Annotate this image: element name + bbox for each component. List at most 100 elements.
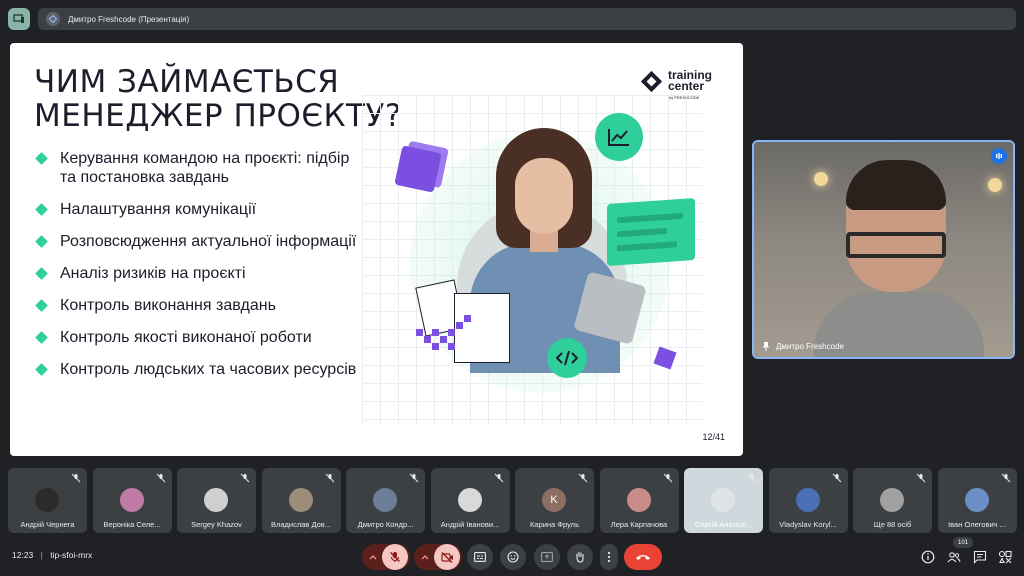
participant-name: Sergey Khazov (191, 520, 242, 529)
avatar (711, 488, 735, 512)
participant-name: Андрій Іванови... (440, 520, 500, 529)
participant-name: Лера Карпачова (610, 520, 668, 529)
mic-off-icon (663, 473, 672, 483)
chart-icon (595, 113, 643, 161)
pin-icon[interactable] (762, 342, 770, 351)
avatar: K (542, 488, 566, 512)
raise-hand-button[interactable] (567, 544, 593, 570)
top-bar: Дмитро Freshcode (Презентація) (0, 0, 1024, 36)
slide-bullet-text: Керування командою на проєкті: підбір та… (60, 150, 350, 186)
reactions-button[interactable] (500, 544, 526, 570)
participant-tile[interactable]: Андрій Іванови... (430, 468, 510, 533)
participant-name: Іван Олегович ... (948, 520, 1006, 529)
avatar (288, 488, 313, 512)
mic-off-icon (916, 473, 926, 483)
presentation-slide: ЧИМ ЗАЙМАЄТЬСЯ МЕНЕДЖЕР ПРОЄКТУ? Керуван… (10, 43, 743, 456)
meeting-apps-button[interactable] (8, 8, 30, 30)
avatar (964, 488, 989, 512)
lamp (988, 178, 1002, 192)
slide-bullet-text: Налаштування комунікації (60, 201, 257, 218)
participant-name: Дмитро Кондр... (357, 520, 414, 529)
activities-icon[interactable] (998, 550, 1012, 564)
people-count-badge: 101 (953, 537, 973, 548)
participant-name: Андрій Чернега (20, 520, 75, 529)
bullet-diamond-icon (35, 331, 48, 344)
participant-tile[interactable]: Владислав Дов... (261, 468, 341, 533)
speaker-glasses (846, 232, 946, 258)
hang-up-icon (636, 555, 650, 560)
chevron-up-icon (421, 555, 429, 560)
participant-tile[interactable]: K Карина Фруль (515, 468, 594, 533)
present-button[interactable] (534, 544, 560, 570)
microphone-control (362, 544, 410, 570)
audio-options-button[interactable] (364, 554, 382, 560)
participant-name: Vladyslav Koryl... (779, 520, 837, 529)
participant-tile[interactable]: Сергій Анатолі... (684, 468, 763, 533)
participant-tile[interactable]: Лера Карпачова (599, 468, 679, 533)
slide-page-number: 12/41 (702, 432, 725, 442)
participant-tile[interactable]: Андрій Чернега (8, 468, 87, 533)
logo-diamond-icon (640, 70, 663, 93)
mic-toggle-button[interactable] (382, 544, 408, 570)
captions-button[interactable] (467, 544, 493, 570)
mic-off-icon (240, 473, 250, 483)
camera-toggle-button[interactable] (434, 544, 460, 570)
chat-icon[interactable] (973, 550, 987, 564)
mic-off-icon (325, 473, 334, 483)
slide-bullet: Контроль якості виконаної роботи (34, 328, 364, 347)
slide-bullet: Контроль виконання завдань (34, 296, 364, 315)
avatar (626, 488, 651, 512)
participant-name: Карина Фруль (530, 520, 579, 529)
bullet-diamond-icon (35, 203, 48, 216)
bottom-control-bar: 12:23 | tip-sfoi-mrx (0, 538, 1024, 576)
people-icon[interactable] (947, 550, 961, 564)
participant-name: Владислав Дов... (270, 520, 332, 529)
devices-icon (13, 14, 24, 23)
video-options-button[interactable] (416, 554, 434, 560)
mic-off-icon (71, 473, 81, 483)
presentation-icon (46, 12, 60, 26)
participant-tile[interactable]: Vladyslav Koryl... (768, 468, 848, 533)
more-options-button[interactable] (600, 544, 618, 570)
chat-bubble-icon (607, 197, 695, 267)
participant-tile[interactable]: Ще 88 осіб (853, 468, 932, 533)
participant-tile[interactable]: Вероніка Селе... (92, 468, 172, 533)
participant-strip: Андрій Чернега Вероніка Селе... Sergey Kha… (8, 468, 1018, 534)
emoji-icon (507, 551, 519, 563)
participant-tile[interactable]: Дмитро Кондр... (346, 468, 425, 533)
meeting-details-icon[interactable] (921, 550, 935, 564)
hand-icon (576, 551, 584, 563)
logo-text: training center (668, 68, 712, 93)
avatar (373, 488, 397, 512)
avatar (795, 488, 820, 512)
mic-off-icon (409, 473, 419, 483)
speaker-video-tile[interactable]: Дмитро Freshcode (752, 140, 1015, 359)
bullet-diamond-icon (35, 152, 48, 165)
avatar (457, 488, 482, 512)
bullet-diamond-icon (35, 299, 48, 312)
mic-off-icon (578, 473, 588, 483)
separator: | (40, 550, 43, 560)
speaking-indicator-icon (991, 148, 1007, 164)
camera-control (414, 544, 462, 570)
slide-bullet: Розповсюдження актуальної інформації (34, 232, 364, 251)
participant-tile[interactable]: Іван Олегович ... (937, 468, 1017, 533)
avatar (880, 488, 904, 512)
meeting-info: 12:23 | tip-sfoi-mrx (12, 550, 92, 560)
participant-tile[interactable]: Sergey Khazov (177, 468, 256, 533)
mic-off-icon (1001, 473, 1010, 483)
slide-bullet-list: Керування командою на проєкті: підбір та… (34, 149, 364, 392)
avatar (204, 488, 228, 512)
lamp (814, 172, 828, 186)
chevron-up-icon (369, 555, 377, 560)
pixel-arrow-icon (416, 315, 486, 355)
clock-time: 12:23 (12, 550, 34, 560)
slide-bullet-text: Контроль якості виконаної роботи (60, 329, 312, 346)
bullet-diamond-icon (35, 235, 48, 248)
slide-bullet-text: Розповсюдження актуальної інформації (60, 233, 357, 250)
slide-bullet: Аналіз ризиків на проєкті (34, 264, 364, 283)
leave-call-button[interactable] (624, 544, 662, 570)
bullet-diamond-icon (35, 267, 48, 280)
presentation-indicator[interactable]: Дмитро Freshcode (Презентація) (38, 8, 1016, 30)
mic-off-icon (390, 552, 400, 562)
